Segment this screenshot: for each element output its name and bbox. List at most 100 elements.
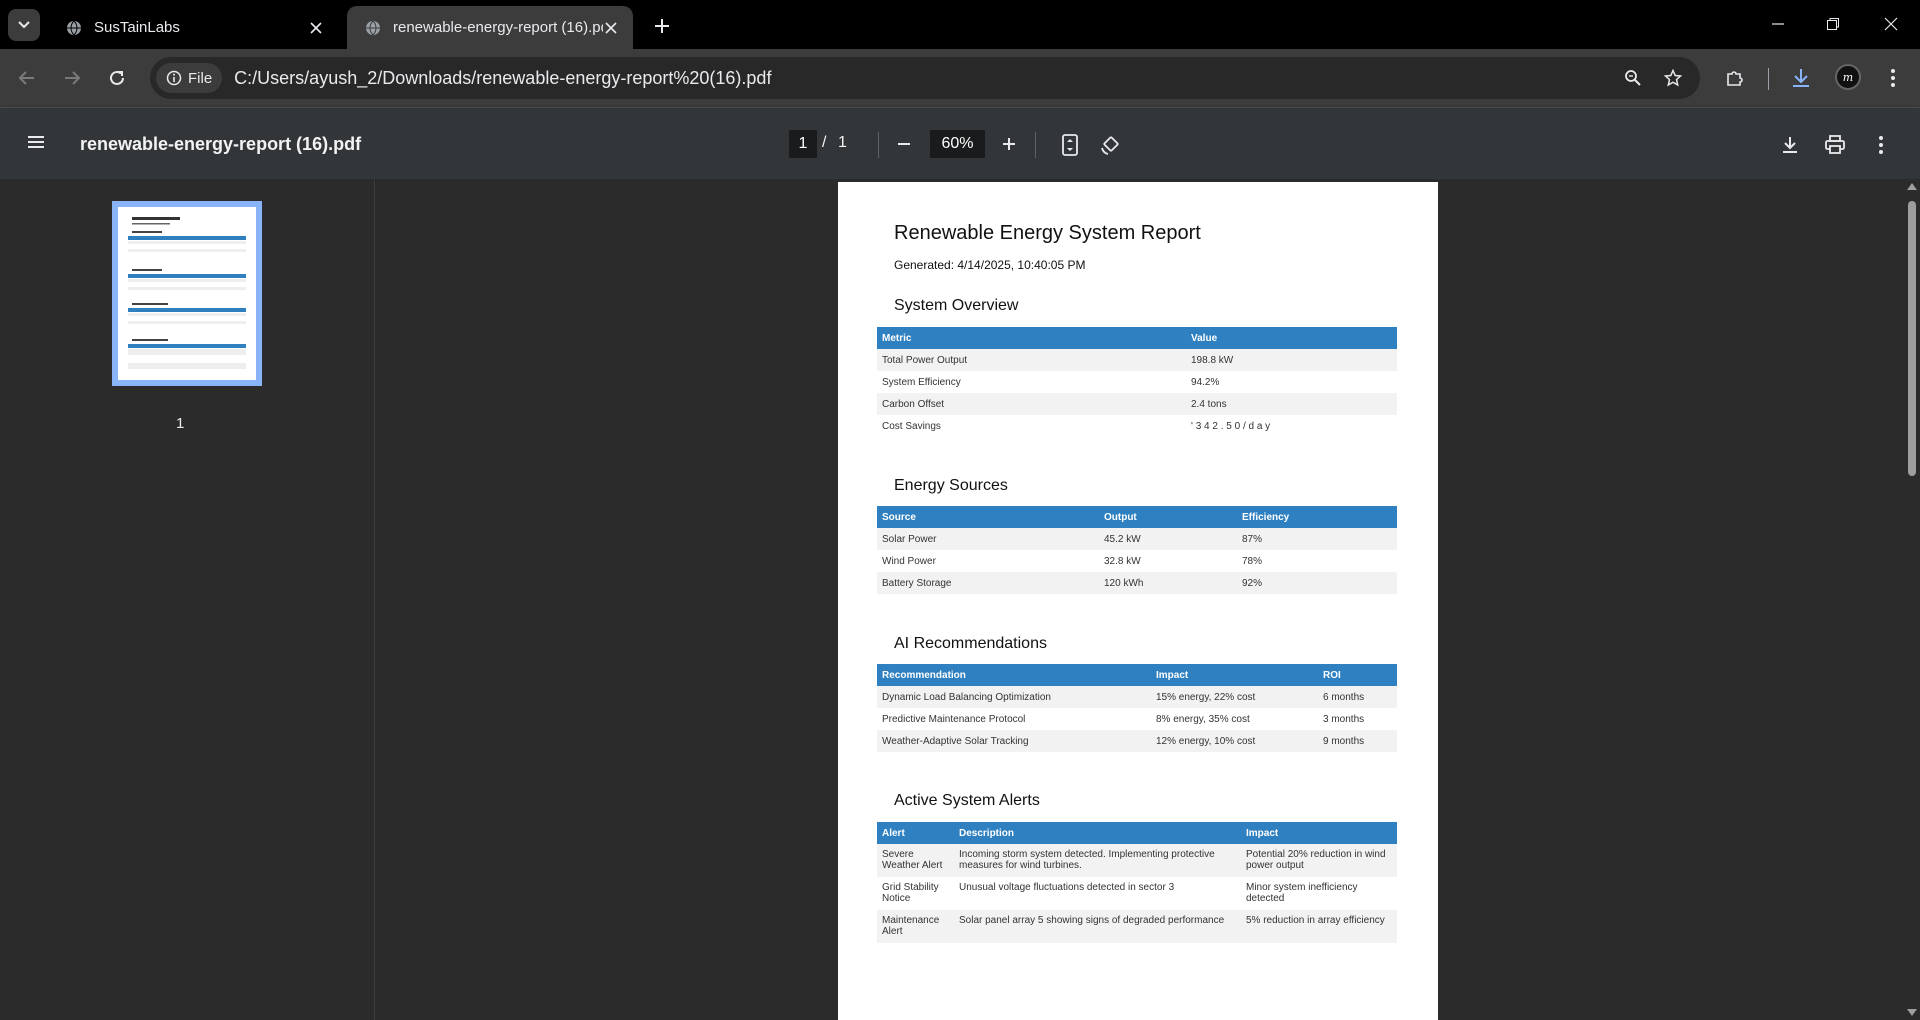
scroll-down-arrow-icon[interactable] — [1907, 1009, 1917, 1016]
address-bar[interactable]: File C:/Users/ayush_2/Downloads/renewabl… — [150, 57, 1700, 99]
table-cell: Solar panel array 5 showing signs of deg… — [954, 910, 1241, 943]
table-cell: Carbon Offset — [877, 393, 1186, 415]
ai-recommendations-table: Recommendation Impact ROI Dynamic Load B… — [877, 664, 1397, 752]
system-overview-table: Metric Value Total Power Output 198.8 kW… — [877, 327, 1397, 437]
table-cell: Minor system inefficiency detected — [1246, 882, 1358, 904]
table-header: Impact — [1241, 822, 1397, 844]
table-row: Dynamic Load Balancing Optimization 15% … — [877, 686, 1397, 708]
table-cell: Incoming storm system detected. Implemen… — [954, 844, 1241, 877]
table-cell: Potential 20% reduction in wind power ou… — [1241, 844, 1397, 877]
table-cell: 78% — [1242, 555, 1263, 567]
print-button[interactable] — [1820, 130, 1850, 160]
page-thumbnail[interactable] — [112, 201, 262, 386]
thumbnail-preview — [118, 207, 256, 380]
close-tab-icon[interactable] — [601, 18, 621, 38]
table-cell: 8% energy, 35% cost — [1156, 713, 1250, 725]
table-header: Output — [1099, 506, 1237, 528]
pdf-viewer[interactable]: Renewable Energy System Report Generated… — [376, 179, 1920, 1020]
back-button[interactable] — [12, 63, 42, 93]
table-row: Weather-Adaptive Solar Tracking 12% ener… — [877, 730, 1397, 752]
toolbar-divider — [1035, 132, 1036, 158]
table-row: Grid Stability Notice Unusual voltage fl… — [877, 877, 1397, 910]
chevron-down-icon — [17, 18, 31, 32]
puzzle-icon — [1725, 68, 1745, 88]
download-icon — [1790, 67, 1812, 89]
kebab-menu-icon — [1878, 135, 1884, 155]
bookmark-button[interactable] — [1660, 65, 1686, 91]
rotate-icon — [1099, 134, 1121, 156]
table-row: Maintenance Alert Solar panel array 5 sh… — [877, 910, 1397, 943]
plus-icon — [654, 18, 670, 34]
table-row: Cost Savings ' 3 4 2 . 5 0 / d a y — [877, 415, 1397, 437]
minimize-icon — [1771, 17, 1785, 31]
zoom-in-button[interactable] — [995, 130, 1023, 158]
downloads-button[interactable] — [1786, 63, 1816, 93]
pdf-download-button[interactable] — [1775, 130, 1805, 160]
table-cell: Solar Power — [877, 528, 1099, 550]
table-cell: Dynamic Load Balancing Optimization — [877, 686, 1151, 708]
forward-button[interactable] — [57, 63, 87, 93]
browser-menu-button[interactable] — [1878, 63, 1908, 93]
table-cell: 45.2 kW — [1099, 528, 1237, 550]
table-cell: 92% — [1237, 572, 1397, 594]
table-header: Impact — [1151, 664, 1318, 686]
pdf-more-options-button[interactable] — [1866, 130, 1896, 160]
page-separator: / — [822, 134, 827, 151]
table-row: Carbon Offset 2.4 tons — [877, 393, 1397, 415]
table-cell: Total Power Output — [877, 349, 1186, 371]
table-header: Source — [877, 506, 1099, 528]
tab-pdf-report[interactable]: renewable-energy-report (16).pdf — [347, 6, 633, 49]
close-window-button[interactable] — [1879, 12, 1903, 36]
tab-title: SusTainLabs — [94, 19, 180, 36]
hamburger-menu-icon — [26, 132, 54, 152]
tab-sustainlabs[interactable]: SusTainLabs — [48, 6, 338, 49]
active-alerts-table: Alert Description Impact Severe Weather … — [877, 822, 1397, 943]
scroll-up-arrow-icon[interactable] — [1907, 183, 1917, 190]
minimize-button[interactable] — [1766, 12, 1790, 36]
table-row: Predictive Maintenance Protocol 8% energ… — [877, 708, 1397, 730]
toolbar-divider — [1768, 68, 1769, 90]
table-cell: Wind Power — [882, 555, 936, 567]
chip-label: File — [188, 69, 213, 87]
reload-button[interactable] — [102, 63, 132, 93]
fit-to-page-button[interactable] — [1055, 130, 1085, 160]
sidebar-toggle-button[interactable] — [26, 132, 54, 156]
scrollbar-thumb[interactable] — [1908, 201, 1916, 476]
table-row: Solar Power 45.2 kW 87% — [877, 528, 1397, 550]
zoom-page-button[interactable] — [1620, 65, 1646, 91]
table-header: Recommendation — [877, 664, 1151, 686]
table-cell: 32.8 kW — [1104, 555, 1141, 567]
tab-strip: SusTainLabs renewable-energy-report (16)… — [0, 0, 1920, 49]
site-info-chip[interactable]: File — [156, 63, 223, 93]
close-tab-icon[interactable] — [306, 18, 326, 38]
page-number-input[interactable]: 1 — [789, 130, 817, 158]
url-text[interactable]: C:/Users/ayush_2/Downloads/renewable-ene… — [234, 68, 771, 89]
fit-page-icon — [1061, 134, 1079, 156]
rotate-button[interactable] — [1095, 130, 1125, 160]
avatar-initial: m — [1842, 70, 1854, 84]
table-cell: Grid Stability Notice — [882, 882, 939, 904]
globe-icon — [66, 20, 82, 36]
info-icon — [166, 70, 182, 86]
extensions-button[interactable] — [1720, 63, 1750, 93]
table-header: Efficiency — [1237, 506, 1397, 528]
thumbnail-page-number: 1 — [176, 415, 185, 432]
table-cell: 2.4 tons — [1186, 393, 1397, 415]
tab-search-button[interactable] — [8, 9, 40, 41]
pdf-file-name: renewable-energy-report (16).pdf — [80, 134, 362, 154]
star-icon — [1664, 69, 1682, 87]
tab-title: renewable-energy-report (16).pdf — [393, 19, 603, 36]
printer-icon — [1824, 135, 1846, 155]
magnifier-icon — [1624, 69, 1642, 87]
profile-avatar[interactable]: m — [1835, 64, 1861, 90]
vertical-scrollbar[interactable] — [1904, 179, 1920, 1020]
restore-button[interactable] — [1821, 12, 1845, 36]
new-tab-button[interactable] — [650, 14, 674, 38]
table-cell: Unusual voltage fluctuations detected in… — [959, 882, 1175, 893]
kebab-menu-icon — [1890, 68, 1896, 88]
section-heading-energy-sources: Energy Sources — [894, 477, 1008, 494]
restore-icon — [1826, 17, 1840, 31]
pdf-toolbar: renewable-energy-report (16).pdf 1 / 1 6… — [0, 107, 1920, 179]
zoom-out-button[interactable] — [890, 130, 918, 158]
zoom-level-input[interactable]: 60% — [930, 130, 985, 158]
